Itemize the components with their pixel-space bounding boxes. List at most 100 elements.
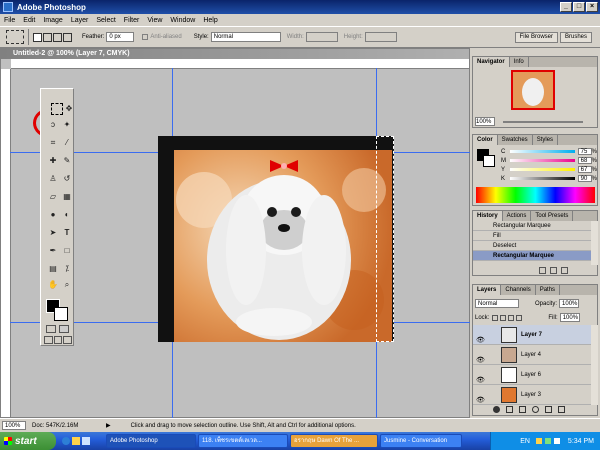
menu-edit[interactable]: Edit: [19, 17, 39, 24]
magic-wand-tool[interactable]: ✦: [61, 119, 73, 131]
layer-row[interactable]: 👁 Layer 6: [473, 365, 591, 385]
tray-icon[interactable]: [553, 438, 560, 444]
screen-mode-standard-icon[interactable]: [44, 336, 53, 344]
close-button[interactable]: ×: [586, 2, 598, 12]
lock-transparency-icon[interactable]: [492, 314, 499, 321]
eye-icon[interactable]: 👁: [476, 391, 485, 411]
swatches-tab[interactable]: Swatches: [498, 135, 533, 145]
tool-presets-tab[interactable]: Tool Presets: [531, 211, 574, 221]
new-layer-icon[interactable]: [545, 406, 552, 413]
eraser-tool[interactable]: ▱: [47, 191, 59, 203]
rectangular-marquee-tool[interactable]: [51, 103, 63, 115]
dodge-tool[interactable]: ◐: [61, 209, 73, 221]
menu-help[interactable]: Help: [199, 17, 221, 24]
color-slider-m[interactable]: M 68 %: [501, 156, 597, 165]
start-button[interactable]: start: [0, 432, 56, 450]
clone-stamp-tool[interactable]: ♙: [47, 173, 59, 185]
layer-name[interactable]: Layer 6: [521, 365, 541, 385]
quick-mask-icon[interactable]: [59, 325, 69, 333]
background-color-swatch[interactable]: [54, 307, 68, 321]
trash-icon[interactable]: [561, 267, 568, 274]
color-spectrum-bar[interactable]: [476, 187, 595, 203]
notes-tool[interactable]: ▤: [47, 263, 59, 275]
marquee-selection[interactable]: [376, 136, 394, 342]
color-slider-c[interactable]: C 75 %: [501, 147, 597, 156]
path-selection-tool[interactable]: ➤: [47, 227, 59, 239]
menu-window[interactable]: Window: [166, 17, 199, 24]
maximize-button[interactable]: □: [573, 2, 585, 12]
navigator-tab[interactable]: Navigator: [473, 57, 510, 67]
brush-tool[interactable]: ✎: [61, 155, 73, 167]
file-browser-tab[interactable]: File Browser: [514, 31, 558, 43]
anti-aliased-checkbox[interactable]: [142, 34, 149, 40]
layer-row[interactable]: 👁 Layer 3: [473, 385, 591, 405]
layer-mask-icon[interactable]: [506, 406, 513, 413]
pen-tool[interactable]: ✒: [47, 245, 59, 257]
layer-row[interactable]: 👁 Layer 7: [473, 325, 591, 345]
brushes-tab[interactable]: Brushes: [559, 31, 592, 43]
standard-mode-icon[interactable]: [46, 325, 56, 333]
paths-tab[interactable]: Paths: [536, 285, 561, 295]
minimize-button[interactable]: _: [560, 2, 572, 12]
navigator-zoom-slider[interactable]: [503, 121, 583, 123]
history-item[interactable]: Deselect: [473, 241, 591, 251]
crop-tool[interactable]: ⌗: [47, 137, 59, 149]
feather-input[interactable]: 0 px: [106, 32, 135, 42]
slice-tool[interactable]: ⁄: [61, 137, 73, 149]
navigator-thumbnail[interactable]: [511, 70, 555, 110]
taskbar-browser[interactable]: 118. เพ็ชรเขตต์เลเวล...: [198, 434, 288, 448]
color-bg-swatch[interactable]: [483, 155, 495, 167]
screen-mode-full-icon[interactable]: [63, 336, 73, 344]
layers-scrollbar[interactable]: [591, 325, 598, 405]
color-tab[interactable]: Color: [473, 135, 498, 145]
channels-tab[interactable]: Channels: [501, 285, 536, 295]
layer-name[interactable]: Layer 3: [521, 385, 541, 405]
add-selection-icon[interactable]: [43, 32, 52, 42]
show-desktop-icon[interactable]: [82, 437, 90, 445]
screen-mode-full-menu-icon[interactable]: [53, 336, 63, 344]
language-indicator[interactable]: EN: [520, 438, 530, 445]
new-snapshot-icon[interactable]: [550, 267, 557, 274]
zoom-tool[interactable]: ⌕: [61, 279, 73, 291]
subtract-selection-icon[interactable]: [53, 32, 62, 42]
menu-filter[interactable]: Filter: [120, 17, 144, 24]
layer-name[interactable]: Layer 4: [521, 345, 541, 365]
status-zoom-field[interactable]: 100%: [2, 421, 26, 430]
gradient-tool[interactable]: ▦: [61, 191, 73, 203]
eyedropper-tool[interactable]: ⁒: [61, 263, 73, 275]
opacity-input[interactable]: 100%: [559, 299, 580, 308]
history-item[interactable]: Rectangular Marquee: [473, 221, 591, 231]
lock-all-icon[interactable]: [516, 314, 523, 321]
folder-icon[interactable]: [72, 437, 80, 445]
history-brush-tool[interactable]: ↺: [61, 173, 73, 185]
layer-style-icon[interactable]: [493, 406, 500, 413]
hand-tool[interactable]: ✋: [47, 279, 59, 291]
menu-view[interactable]: View: [143, 17, 166, 24]
tray-icon[interactable]: [535, 438, 542, 444]
navigator-zoom-field[interactable]: 100%: [475, 117, 495, 126]
type-tool[interactable]: T: [61, 227, 73, 239]
menu-layer[interactable]: Layer: [67, 17, 93, 24]
lock-move-icon[interactable]: [508, 314, 515, 321]
shape-tool[interactable]: □: [61, 245, 73, 257]
move-tool[interactable]: ✥: [63, 103, 75, 115]
history-tab[interactable]: History: [473, 211, 503, 221]
actions-tab[interactable]: Actions: [503, 211, 532, 221]
style-select[interactable]: Normal: [210, 32, 281, 42]
lasso-tool[interactable]: ↄ: [47, 119, 59, 131]
ie-icon[interactable]: [62, 437, 70, 445]
new-selection-icon[interactable]: [33, 32, 42, 42]
history-item-selected[interactable]: Rectangular Marquee: [473, 251, 591, 261]
color-slider-k[interactable]: K 90 %: [501, 174, 597, 183]
new-set-icon[interactable]: [519, 406, 526, 413]
menu-image[interactable]: Image: [39, 17, 66, 24]
styles-tab[interactable]: Styles: [533, 135, 559, 145]
blend-mode-select[interactable]: Normal: [475, 299, 519, 308]
fill-input[interactable]: 100%: [559, 313, 580, 322]
ruler-horizontal[interactable]: [11, 59, 469, 69]
dog-photo[interactable]: [174, 150, 392, 342]
taskbar-photoshop[interactable]: Adobe Photoshop: [106, 434, 196, 448]
blur-tool[interactable]: ●: [47, 209, 59, 221]
play-icon[interactable]: ▶: [106, 422, 111, 429]
ruler-vertical[interactable]: [1, 69, 11, 417]
